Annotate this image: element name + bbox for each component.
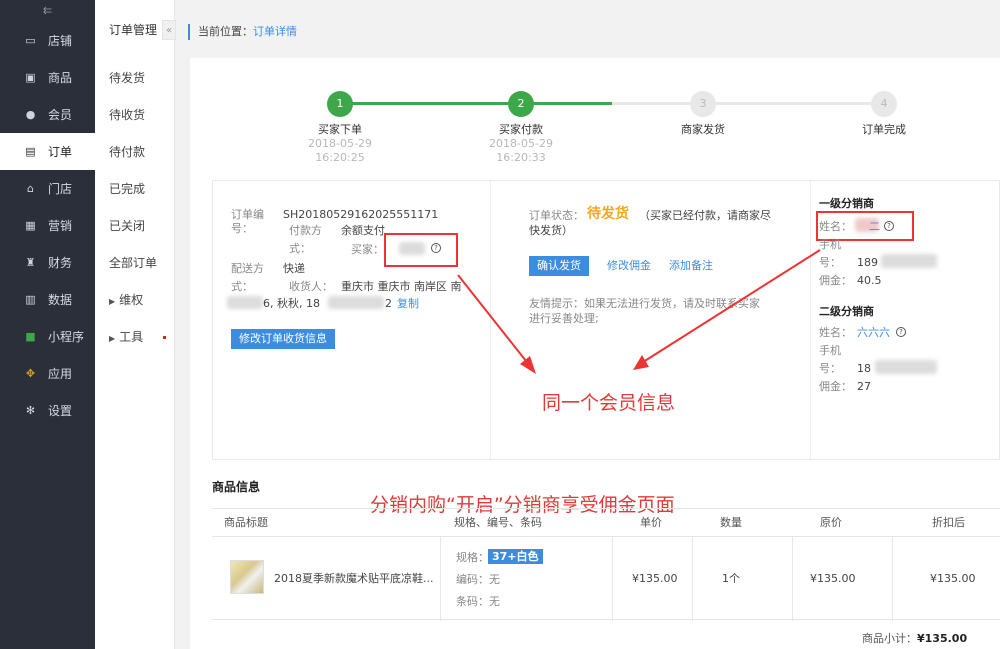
unit-price: ¥135.00 [632, 572, 678, 585]
sub-item-pending-ship[interactable]: 待发货 [95, 60, 174, 97]
nav-item-store[interactable]: ▭ 店铺 [0, 22, 95, 59]
nav-label: 营销 [48, 219, 73, 233]
nav-label: 会员 [48, 108, 73, 122]
sub-group-rights[interactable]: ▶ 维权 [95, 282, 174, 319]
order-icon: ▤ [25, 145, 36, 158]
barcode-label: 条码：无 [456, 595, 500, 608]
goods-table: 商品标题 规格、编号、条码 单价 数量 原价 折扣后 2018夏季新款魔术贴平底… [212, 508, 1000, 621]
sub-item-pending-pay[interactable]: 待付款 [95, 134, 174, 171]
nav-label: 财务 [48, 256, 73, 270]
col-header: 商品标题 [224, 516, 268, 529]
sub-item-closed[interactable]: 已关闭 [95, 208, 174, 245]
cell-divider [612, 537, 613, 621]
col-header: 规格、编号、条码 [454, 516, 542, 529]
quantity: 1个 [722, 572, 740, 585]
sub-group-label: 维权 [119, 293, 144, 307]
goods-icon: ▣ [25, 71, 36, 84]
marketing-icon: ▦ [25, 219, 36, 232]
nav-label: 店铺 [48, 34, 73, 48]
sub-group-tools[interactable]: ▶ 工具 [95, 319, 174, 356]
collapse-subnav-button[interactable]: « [162, 20, 176, 40]
discounted-price: ¥135.00 [930, 572, 976, 585]
main-nav: ⇇ ▭ 店铺 ▣ 商品 ● 会员 ▤ 订单 ⌂ 门店 ▦ 营销 ♜ 财务 ▥ 数据 ■ 小程序 ✥… [0, 0, 95, 649]
nav-label: 数据 [48, 293, 73, 307]
code-label: 编码：无 [456, 573, 500, 586]
nav-label: 商品 [48, 71, 73, 85]
store-icon: ▭ [25, 34, 36, 47]
nav-item-shop[interactable]: ⌂ 门店 [0, 170, 95, 207]
breadcrumb-prefix: 当前位置： [198, 25, 253, 38]
nav-item-member[interactable]: ● 会员 [0, 96, 95, 133]
product-name[interactable]: 2018夏季新款魔术贴平底凉鞋... [274, 572, 433, 586]
apps-icon: ✥ [25, 367, 36, 380]
original-price: ¥135.00 [810, 572, 856, 585]
notification-dot [163, 336, 167, 339]
nav-label: 小程序 [48, 330, 85, 344]
settings-icon: ✻ [25, 404, 36, 417]
cell-divider [692, 537, 693, 621]
nav-label: 订单 [48, 145, 73, 159]
main-content: 当前位置：订单详情 1 2 3 4 买家下单 2018-05-29 16:20:… [178, 0, 1000, 649]
data-icon: ▥ [25, 293, 36, 306]
breadcrumb-current[interactable]: 订单详情 [253, 25, 297, 38]
cell-divider [792, 537, 793, 621]
nav-label: 门店 [48, 182, 73, 196]
member-icon: ● [25, 108, 36, 121]
sub-group-label: 工具 [119, 330, 144, 344]
table-row: 2018夏季新款魔术贴平底凉鞋... 规格： 37+白色 编码：无 条码：无 ¥… [212, 536, 1000, 621]
nav-toggle-icon[interactable]: ⇇ [0, 0, 95, 22]
nav-item-miniprogram[interactable]: ■ 小程序 [0, 318, 95, 355]
caret-right-icon: ▶ [109, 334, 116, 343]
col-header: 原价 [820, 516, 842, 529]
nav-item-goods[interactable]: ▣ 商品 [0, 59, 95, 96]
shop-icon: ⌂ [27, 182, 34, 195]
col-header: 折扣后 [932, 516, 965, 529]
cell-divider [892, 537, 893, 621]
sub-item-all-orders[interactable]: 全部订单 [95, 245, 174, 282]
sub-nav: 订单管理 待发货 待收货 待付款 已完成 已关闭 全部订单 ▶ 维权 ▶ 工具 [95, 0, 175, 649]
goods-subtotal: 商品小计：¥135.00 [862, 630, 967, 646]
sub-item-pending-receive[interactable]: 待收货 [95, 97, 174, 134]
nav-item-data[interactable]: ▥ 数据 [0, 281, 95, 318]
subtotal-label: 商品小计： [862, 632, 917, 645]
miniprogram-icon: ■ [25, 330, 36, 343]
goods-section-title: 商品信息 [212, 480, 261, 494]
nav-item-order[interactable]: ▤ 订单 [0, 133, 95, 170]
nav-item-settings[interactable]: ✻ 设置 [0, 392, 95, 429]
breadcrumb: 当前位置：订单详情 [188, 24, 297, 40]
cell-divider [440, 537, 441, 621]
product-thumbnail[interactable] [230, 560, 264, 594]
annotation-same-member: 同一个会员信息 [542, 392, 676, 414]
nav-item-apps[interactable]: ✥ 应用 [0, 355, 95, 392]
nav-item-finance[interactable]: ♜ 财务 [0, 244, 95, 281]
col-header: 数量 [720, 516, 742, 529]
finance-icon: ♜ [25, 256, 36, 269]
order-detail-panel: 1 2 3 4 买家下单 2018-05-29 16:20:25 买家付款 20… [190, 58, 1000, 649]
nav-item-marketing[interactable]: ▦ 营销 [0, 207, 95, 244]
nav-label: 应用 [48, 367, 73, 381]
spec-label: 规格： [456, 551, 489, 564]
nav-label: 设置 [48, 404, 73, 418]
sub-item-completed[interactable]: 已完成 [95, 171, 174, 208]
spec-tag: 37+白色 [488, 549, 543, 564]
caret-right-icon: ▶ [109, 297, 116, 306]
subtotal-value: ¥135.00 [917, 632, 968, 645]
col-header: 单价 [640, 516, 662, 529]
annotation-arrows [457, 249, 821, 374]
